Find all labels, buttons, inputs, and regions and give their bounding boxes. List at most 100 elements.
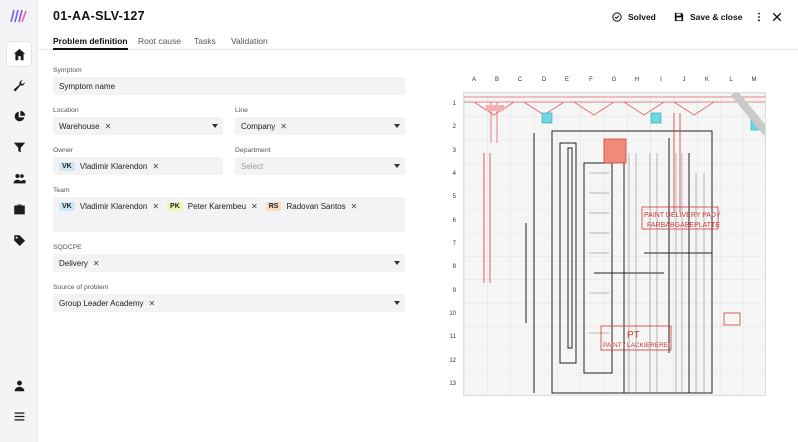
avatar: VK [59,202,75,211]
check-circle-icon [612,12,622,22]
avatar: RS [265,202,282,211]
chevron-down-icon [394,164,400,168]
location-select[interactable]: Warehouse ✕ [53,117,223,135]
chevron-down-icon [212,124,218,128]
paint-label: PAINT / LACKIEREREI [603,342,670,349]
tab-tasks[interactable]: Tasks [194,36,216,50]
plan-row-label: 7 [452,241,456,247]
header: 01-AA-SLV-127 Solved Save & close [38,0,798,34]
pie-chart-icon [14,110,25,121]
source-select[interactable]: Group Leader Academy ✕ [53,294,405,312]
plan-column-label: C [517,77,523,83]
remove-source-icon[interactable]: ✕ [149,299,156,308]
team-member-name: Radovan Santos [286,202,346,211]
owner-select[interactable]: VK Vladimir Klarendon ✕ [53,157,223,175]
solved-label: Solved [628,12,656,22]
symptom-value: Symptom name [59,81,116,91]
plan-row-label: 2 [452,124,456,130]
remove-team-member-icon[interactable]: ✕ [152,202,159,211]
plan-row-label: 12 [449,358,456,364]
save-icon [674,12,684,22]
chevron-down-icon [394,124,400,128]
sidebar-item-tags[interactable] [7,228,31,252]
sqdcpe-select[interactable]: Delivery ✕ [53,254,405,272]
menu-icon [14,411,24,421]
sidebar-item-filter[interactable] [7,135,31,159]
sidebar-item-projects[interactable] [7,197,31,221]
plan-column-label: H [634,77,640,83]
plan-row-label: 6 [452,218,456,224]
sqdcpe-value: Delivery [59,258,88,268]
location-label: Location [53,107,79,114]
sidebar-item-home[interactable] [7,42,31,66]
tab-validation[interactable]: Validation [231,36,268,50]
save-close-label: Save & close [690,12,743,22]
floor-plan-drawing: PAINT DELIVERY PAD / FARBABGABEPLATTE PT… [464,93,765,395]
plan-row-label: 11 [449,334,456,340]
sidebar-item-profile[interactable] [7,373,31,397]
avatar: PK [167,202,183,211]
team-chip: VK Vladimir Klarendon [59,202,147,211]
remove-team-member-icon[interactable]: ✕ [251,202,258,211]
symptom-input[interactable]: Symptom name [53,77,405,95]
tab-bar: Problem definition Root cause Tasks Vali… [38,34,798,50]
location-value: Warehouse [59,121,100,131]
symptom-label: Symptom [53,67,82,74]
chevron-down-icon [394,301,400,305]
plan-row-label: 1 [452,101,456,107]
remove-line-icon[interactable]: ✕ [280,122,287,131]
page-title: 01-AA-SLV-127 [53,9,145,23]
paint-delivery-label: PAINT DELIVERY PAD / [644,212,720,219]
department-select[interactable]: Select [235,157,405,175]
sidebar-item-users[interactable] [7,166,31,190]
owner-name: Vladimir Klarendon [79,161,148,171]
owner-label: Owner [53,147,74,154]
close-icon [772,12,782,22]
save-close-button[interactable]: Save & close [674,9,742,25]
plan-column-label: J [682,77,686,83]
plan-column-label: G [611,77,617,83]
tab-root-cause[interactable]: Root cause [138,36,181,50]
line-select[interactable]: Company ✕ [235,117,405,135]
team-select[interactable]: VK Vladimir Klarendon ✕ PK Peter Karembe… [53,197,405,232]
team-chip: RS Radovan Santos [265,202,346,211]
tab-problem-definition[interactable]: Problem definition [53,36,128,50]
sidebar-item-menu[interactable] [7,404,31,428]
home-icon [13,48,25,60]
line-label: Line [235,107,248,114]
plan-column-label: B [494,77,499,83]
remove-sqdcpe-icon[interactable]: ✕ [93,259,100,268]
plan-column-label: K [704,77,709,83]
sidebar-item-reports[interactable] [7,104,31,128]
plan-row-label: 10 [449,311,456,317]
remove-owner-icon[interactable]: ✕ [152,162,159,171]
team-member-name: Vladimir Klarendon [79,202,148,211]
chevron-down-icon [394,261,400,265]
paint-delivery-sublabel: FARBABGABEPLATTE [647,222,720,229]
plan-row-label: 13 [449,381,456,387]
plan-column-label: L [729,77,733,83]
sidebar-item-tools[interactable] [7,73,31,97]
line-value: Company [241,121,276,131]
close-button[interactable] [772,9,782,25]
plan-row-label: 3 [452,148,456,154]
floor-plan[interactable]: PAINT DELIVERY PAD / FARBABGABEPLATTE PT… [463,92,766,396]
sidebar [0,0,38,442]
more-vertical-icon [758,12,760,22]
team-member-name: Peter Karembeu [187,202,247,211]
pt-label: PT [627,330,640,341]
remove-team-member-icon[interactable]: ✕ [351,202,358,211]
plan-column-label: F [589,77,593,83]
briefcase-icon [13,203,25,214]
source-value: Group Leader Academy [59,298,144,308]
source-label: Source of problem [53,284,109,291]
remove-location-icon[interactable]: ✕ [105,122,112,131]
more-options-button[interactable] [754,9,764,25]
filter-icon [13,142,25,152]
plan-row-label: 8 [452,264,456,270]
user-icon [14,380,24,391]
solved-button[interactable]: Solved [612,9,656,25]
logo-icon[interactable] [10,9,28,23]
team-label: Team [53,187,70,194]
department-label: Department [235,147,271,154]
